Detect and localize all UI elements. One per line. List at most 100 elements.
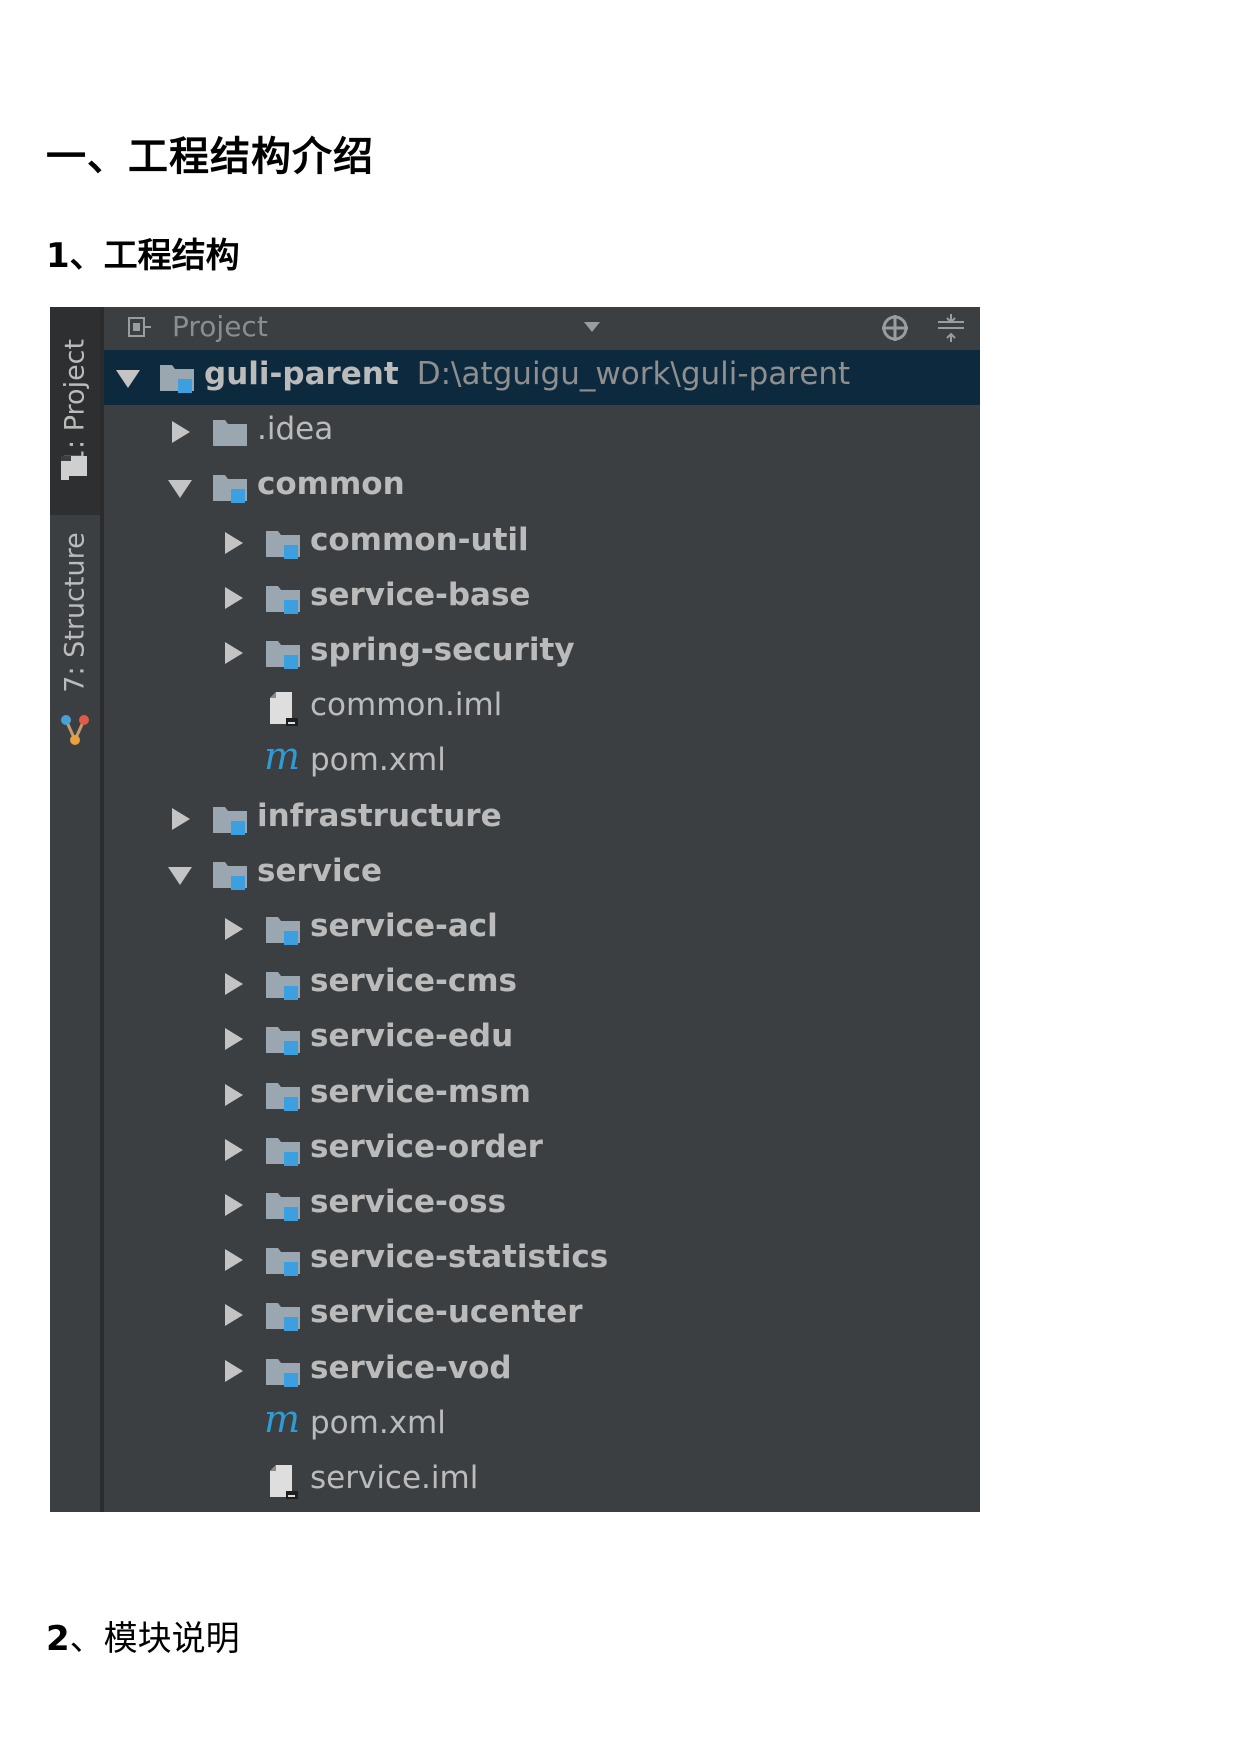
tree-item-label: service-acl [310,908,498,944]
expand-arrow-icon[interactable] [225,1194,243,1216]
expand-arrow-icon[interactable] [225,1359,243,1382]
tree-row[interactable]: service-acl [104,902,980,957]
tree-row[interactable]: .idea [104,405,980,460]
tree-item-name: service-ucenter [310,1294,583,1331]
tree-row[interactable]: infrastructure [104,792,980,847]
locate-target-icon[interactable] [880,313,910,343]
tree-item-label: common.iml [310,687,502,723]
tree-row[interactable]: service-ucenter [104,1288,980,1343]
expand-arrow-icon[interactable] [225,1138,243,1161]
module-folder-icon [266,641,300,669]
expand-arrow-icon[interactable] [172,421,190,444]
tree-item-path: D:\atguigu_work\guli-parent [416,356,851,392]
module-folder-icon [266,1358,300,1387]
expand-arrow-icon[interactable] [225,973,243,996]
tree-item-label: service-base [310,577,530,613]
structure-tab-label: 7: Structure [59,532,91,693]
tree-item-name: service.iml [310,1460,479,1496]
expand-arrow-icon[interactable] [225,918,243,940]
collapse-arrow-icon[interactable] [168,866,192,885]
tree-row[interactable]: common [104,460,980,515]
expand-arrow-icon[interactable] [225,1304,243,1327]
page-title: 一、工程结构介绍 [46,134,374,180]
tree-row[interactable]: service-oss [104,1178,980,1233]
tree-item-label: guli-parent D:\atguigu_work\guli-parent [204,356,850,392]
tree-row[interactable]: service-cms [104,957,980,1012]
tree-item-label: common [257,466,405,502]
tree-item-label: service [257,853,382,889]
section-heading-structure: 1、工程结构 [46,236,240,276]
tree-item-name: service-acl [310,908,498,944]
project-view-title[interactable]: Project [172,310,268,343]
project-tool-tab[interactable]: 1: Project [50,307,100,515]
module-folder-icon [266,585,300,614]
expand-arrow-icon[interactable] [225,1249,243,1272]
project-icon [61,456,87,480]
module-folder-icon [266,972,300,1001]
module-folder-icon [266,1303,300,1332]
tree-item-name: service-base [310,576,531,613]
module-folder-icon [266,1082,300,1111]
expand-arrow-icon[interactable] [225,1083,243,1106]
iml-file-icon [270,692,298,727]
ide-project-panel-screenshot: 1: Project 7: Structure Project guli-par… [50,307,980,1512]
expand-arrow-icon[interactable] [172,807,190,830]
tree-row[interactable]: m pom.xml [104,1397,980,1454]
tree-item-label: .idea [257,411,333,447]
tree-item-name: common.iml [310,687,503,724]
expand-arrow-icon[interactable] [225,642,243,664]
tree-item-label: infrastructure [257,798,502,834]
tree-row[interactable]: common-util [104,516,980,571]
structure-tool-tab[interactable]: 7: Structure [50,522,100,752]
tree-item-name: service-msm [310,1073,531,1110]
tree-row[interactable]: m pom.xml [104,734,980,791]
tree-item-name: service-edu [310,1018,514,1055]
tree-row[interactable]: service-vod [104,1344,980,1399]
tree-item-label: pom.xml [310,1405,446,1441]
section-title: 、模块说明 [69,1619,240,1659]
maven-file-icon: m [264,734,301,779]
collapse-arrow-icon[interactable] [116,370,140,388]
module-folder-icon [160,365,194,393]
section-heading-modules: 2、模块说明 [46,1611,240,1660]
tree-row[interactable]: common.iml [104,681,980,736]
tool-window-stripe: 1: Project 7: Structure [50,307,104,1512]
collapse-all-icon[interactable] [936,313,966,343]
tree-item-name: common [257,466,405,503]
tree-item-name: service-cms [310,963,517,1000]
tree-row[interactable]: service-order [104,1123,980,1178]
tree-row[interactable]: guli-parent D:\atguigu_work\guli-parent [104,350,980,405]
expand-arrow-icon[interactable] [225,586,243,609]
tree-item-name: service-statistics [310,1239,609,1276]
tree-row[interactable]: service [104,847,980,902]
tree-row[interactable]: spring-security [104,626,980,681]
tree-item-name: .idea [257,411,334,448]
expand-arrow-icon[interactable] [225,531,243,554]
expand-arrow-icon[interactable] [225,1028,243,1051]
module-folder-icon [213,861,247,890]
tree-row[interactable]: service-edu [104,1012,980,1067]
tree-item-label: service-msm [310,1074,531,1110]
project-toolbar: Project [104,307,980,351]
tree-item-name: infrastructure [257,797,502,834]
tree-row[interactable]: service-base [104,571,980,626]
module-folder-icon [266,1027,300,1056]
module-folder-icon [213,475,247,504]
module-folder-icon [266,530,300,559]
tree-item-label: service-statistics [310,1239,608,1275]
tree-row[interactable]: service.iml [104,1454,980,1509]
module-folder-icon [266,917,300,945]
module-folder-icon [266,1248,300,1277]
view-dropdown-icon[interactable] [584,322,600,332]
tree-item-name: guli-parent [204,356,399,392]
tree-row[interactable]: service-msm [104,1068,980,1123]
module-folder-icon [266,1193,300,1221]
tree-row[interactable]: service-statistics [104,1233,980,1288]
tree-item-name: spring-security [310,632,575,668]
section-number: 2 [46,1619,70,1659]
tree-item-label: service-vod [310,1350,512,1386]
tree-item-label: service.iml [310,1460,478,1496]
collapse-arrow-icon[interactable] [168,480,192,499]
structure-icon [61,715,89,745]
folder-icon [213,420,247,447]
